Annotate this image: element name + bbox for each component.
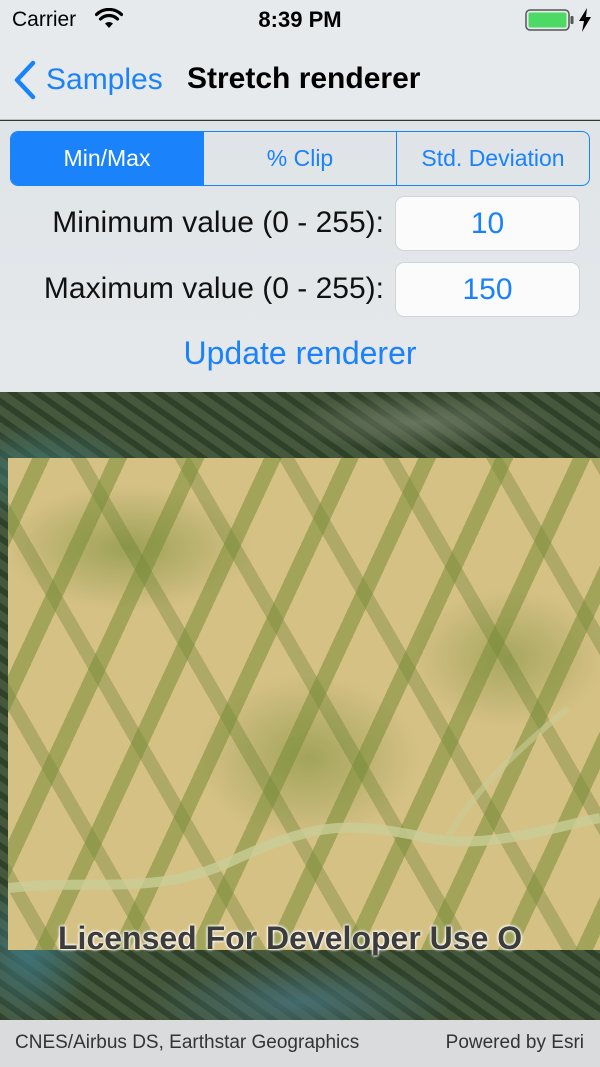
- powered-by-esri: Powered by Esri: [445, 1032, 584, 1053]
- update-renderer-button[interactable]: Update renderer: [0, 335, 600, 372]
- license-watermark: Licensed For Developer Use O: [58, 920, 523, 956]
- attribution-bar[interactable]: CNES/Airbus DS, Earthstar Geographics Po…: [0, 1020, 600, 1067]
- minimum-value-label: Minimum value (0 - 255):: [52, 206, 384, 239]
- maximum-value-label: Maximum value (0 - 255):: [43, 272, 384, 305]
- stretch-type-segmented-control: Min/Max % Clip Std. Deviation: [10, 131, 590, 186]
- maximum-value-field[interactable]: [395, 262, 580, 317]
- charging-icon: [579, 8, 591, 32]
- minimum-value-field[interactable]: [395, 196, 580, 251]
- page-title: Stretch renderer: [187, 62, 421, 95]
- map-view[interactable]: Licensed For Developer Use O: [0, 392, 600, 1020]
- back-button[interactable]: Samples: [12, 56, 163, 104]
- attribution-text: CNES/Airbus DS, Earthstar Geographics: [15, 1032, 360, 1053]
- segment-std-deviation[interactable]: Std. Deviation: [396, 132, 589, 185]
- status-bar: Carrier 8:39 PM: [0, 0, 600, 40]
- navigation-bar: Samples Stretch renderer: [0, 40, 600, 120]
- segment-min-max[interactable]: Min/Max: [11, 132, 203, 185]
- clock: 8:39 PM: [258, 7, 342, 32]
- stretch-controls: Min/Max % Clip Std. Deviation Minimum va…: [0, 121, 600, 392]
- segment-percent-clip[interactable]: % Clip: [203, 132, 396, 185]
- raster-stretch-layer: [8, 458, 600, 950]
- river-feature: [8, 705, 600, 893]
- maximum-value-row: Maximum value (0 - 255):: [0, 262, 600, 318]
- back-label: Samples: [46, 63, 163, 96]
- battery-icon: [525, 9, 574, 31]
- chevron-left-icon: [14, 60, 36, 100]
- minimum-value-row: Minimum value (0 - 255):: [0, 196, 600, 252]
